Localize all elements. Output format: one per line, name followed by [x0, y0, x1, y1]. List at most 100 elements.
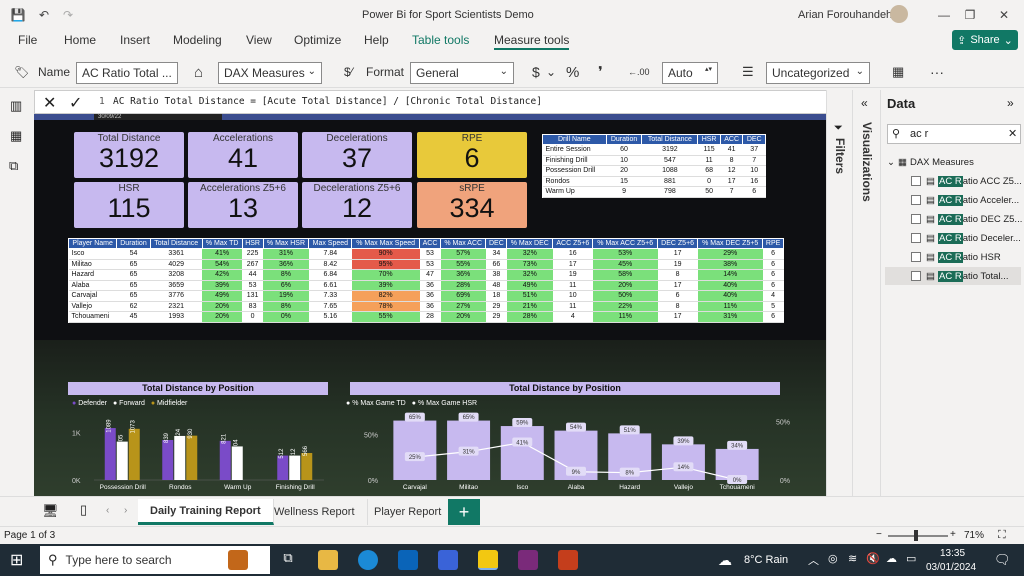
table-header[interactable]: HSR [241, 238, 264, 249]
table-header[interactable]: HSR [697, 134, 721, 145]
file-explorer-icon[interactable] [318, 550, 338, 570]
table-header[interactable]: % Max ACC [439, 238, 487, 249]
zoom-slider-thumb[interactable] [914, 530, 918, 541]
table-view-icon[interactable]: ▦ [10, 128, 22, 144]
wifi-icon[interactable]: ≋ [848, 552, 857, 565]
task-view-icon[interactable]: ⧉ [278, 550, 298, 570]
comma-button[interactable]: ❜ [598, 62, 603, 82]
menu-measure-tools[interactable]: Measure tools [494, 33, 570, 50]
show-hidden-icons-icon[interactable]: ︿ [808, 552, 819, 568]
table-header[interactable]: DEC Z5+6 [656, 238, 699, 249]
field-item[interactable]: ▤ AC Ratio DEC Z5... [911, 210, 1022, 228]
mobile-layout-icon[interactable]: ▯ [80, 502, 87, 518]
fit-to-page-icon[interactable]: ⛶ [998, 529, 1006, 542]
commit-formula-icon[interactable]: ✓ [69, 93, 82, 113]
volume-muted-icon[interactable]: 🔇 [866, 552, 880, 565]
table-node-dax-measures[interactable]: ⌄ ▦ DAX Measures [887, 154, 974, 170]
field-item[interactable]: ▤ AC Ratio Deceler... [911, 229, 1021, 247]
table-header[interactable]: % Max DEC Z5+5 [697, 238, 764, 249]
table-row[interactable]: Warm Up 9 798 50 7 6 [542, 186, 766, 198]
menu-view[interactable]: View [246, 33, 272, 47]
report-view-icon[interactable]: ▥ [10, 98, 22, 114]
notifications-icon[interactable]: 🗨 [994, 552, 1011, 568]
slack-icon[interactable] [518, 550, 538, 570]
table-header[interactable]: DEC [485, 238, 508, 249]
kpi-card-accelerations[interactable]: Accelerations 41 [188, 132, 298, 178]
clock-date[interactable]: 03/01/2024 [926, 562, 976, 573]
onedrive-icon[interactable]: ☁ [886, 552, 897, 565]
table-header[interactable]: Player Name [67, 238, 118, 249]
table-header[interactable]: Total Distance [149, 238, 203, 249]
date-chip[interactable]: 30/09/22 [94, 114, 222, 120]
close-icon[interactable]: ✕ [996, 7, 1012, 23]
currency-button[interactable]: $ [532, 62, 540, 82]
chart1-plot[interactable]: 1K 0K 1089 805 1073 Possession Drill 839 924 930… [68, 410, 328, 494]
desktop-layout-icon[interactable]: 🖥 [42, 503, 59, 519]
table-header[interactable]: % Max DEC [506, 238, 554, 249]
windows-start-icon[interactable]: ⊞ [10, 550, 23, 570]
field-item[interactable]: ▤ AC Ratio ACC Z5... [911, 172, 1022, 190]
menu-file[interactable]: File [18, 33, 37, 47]
table-header[interactable]: Total Distance [641, 134, 699, 145]
tab-wellness-report[interactable]: Wellness Report [262, 499, 368, 525]
briefcase-icon[interactable] [228, 550, 248, 570]
table-row[interactable]: Vallejo 62 2321 20% 83 8% 7.65 78% 36 27% 29 21% 11 2… [68, 301, 784, 312]
table-row[interactable]: Isco 54 3361 41% 225 31% 7.84 90% 53 57% 34 32% 16 53… [68, 248, 784, 260]
add-page-button[interactable]: + [448, 499, 480, 525]
minimize-icon[interactable]: — [936, 7, 952, 23]
chart2-plot[interactable]: 50% 0% 50% 0% 65% Carvajal 65% Militao 59% Isco 54… [334, 410, 794, 494]
table-header[interactable]: ACC Z5+6 [552, 238, 594, 249]
zoom-slider[interactable] [888, 535, 948, 537]
table-row[interactable]: Alaba 65 3659 39% 53 6% 6.61 39% 36 28% 48 49% 11 20%… [68, 280, 784, 291]
cancel-formula-icon[interactable]: ✕ [43, 93, 56, 113]
table-header[interactable]: % Max TD [201, 238, 243, 249]
home-table-select[interactable]: DAX Measures ⌄ [218, 62, 322, 84]
visualizations-label[interactable]: Visualizations [860, 122, 874, 202]
menu-insert[interactable]: Insert [120, 33, 150, 47]
network-icon[interactable]: ◎ [828, 552, 838, 565]
chevron-down-icon[interactable]: ⌄ [546, 62, 556, 82]
kpi-card-hsr[interactable]: HSR 115 [74, 182, 184, 228]
table-row[interactable]: Possession Drill 20 1088 68 12 10 [542, 165, 766, 177]
formula-bar[interactable]: ✕ ✓ 1 AC Ratio Total Distance = [Acute T… [34, 90, 852, 114]
weather-text[interactable]: 8°C Rain [744, 554, 788, 566]
app-icon[interactable] [438, 550, 458, 570]
prev-page-icon[interactable]: ‹ [106, 505, 109, 516]
table-row[interactable]: Hazard 65 3208 42% 44 8% 6.84 70% 47 36% 38 32% 19 58… [68, 269, 784, 281]
table-row[interactable]: Tchouameni 45 1993 20% 0 0% 5.16 55% 28 20% 29 28% 4… [68, 311, 784, 323]
table-header[interactable]: % Max ACC Z5+6 [592, 238, 658, 249]
calculator-icon[interactable]: ▦ [892, 62, 904, 82]
table-header[interactable]: Duration [116, 238, 151, 249]
kpi-card-rpe[interactable]: RPE 6 [417, 132, 527, 178]
redo-icon[interactable]: ↷ [60, 7, 76, 23]
table-row[interactable]: Militao 65 4029 54% 267 36% 8.42 95% 53 55% 66 73% 1… [68, 259, 784, 270]
menu-optimize[interactable]: Optimize [294, 33, 341, 47]
zoom-out-icon[interactable]: − [876, 529, 882, 540]
maximize-icon[interactable]: ❐ [962, 7, 978, 23]
table-header[interactable]: Drill Name [542, 134, 607, 145]
tab-player-report[interactable]: Player Report [362, 499, 455, 525]
kpi-card-accelerations-z56[interactable]: Accelerations Z5+6 13 [188, 182, 298, 228]
avatar[interactable] [890, 5, 908, 23]
undo-icon[interactable]: ↶ [36, 7, 52, 23]
table-header[interactable]: ACC [419, 238, 441, 249]
battery-icon[interactable]: ▭ [906, 552, 916, 565]
next-page-icon[interactable]: › [124, 505, 127, 516]
model-view-icon[interactable]: ⧉ [9, 158, 18, 174]
table-row[interactable]: Carvajal 65 3776 49% 131 19% 7.33 82% 36 69% 18 51%… [68, 290, 784, 302]
field-item-selected[interactable]: ▤ AC Ratio Total... [885, 267, 1021, 285]
decimal-places-icon[interactable]: ←.00 [628, 62, 650, 82]
data-search-input[interactable]: ⚲ ac r ✕ [887, 124, 1021, 144]
filters-pane-collapsed[interactable]: ⏷ Filters [826, 90, 852, 496]
clear-search-icon[interactable]: ✕ [1008, 127, 1017, 140]
table-row[interactable]: Finishing Drill 10 547 11 8 7 [542, 155, 766, 166]
more-options-button[interactable]: ··· [930, 62, 944, 82]
drill-table[interactable]: Drill Name Duration Total Distance HSR ACC DE… [542, 134, 766, 198]
table-header[interactable]: ACC [719, 134, 744, 145]
zoom-in-icon[interactable]: + [950, 529, 956, 540]
table-header[interactable]: Max Speed [308, 238, 353, 249]
name-input[interactable]: AC Ratio Total ... [76, 62, 178, 84]
table-header[interactable]: Duration [605, 134, 643, 145]
filters-label[interactable]: Filters [833, 138, 847, 174]
user-name[interactable]: Arian Forouhandeh [798, 9, 892, 21]
